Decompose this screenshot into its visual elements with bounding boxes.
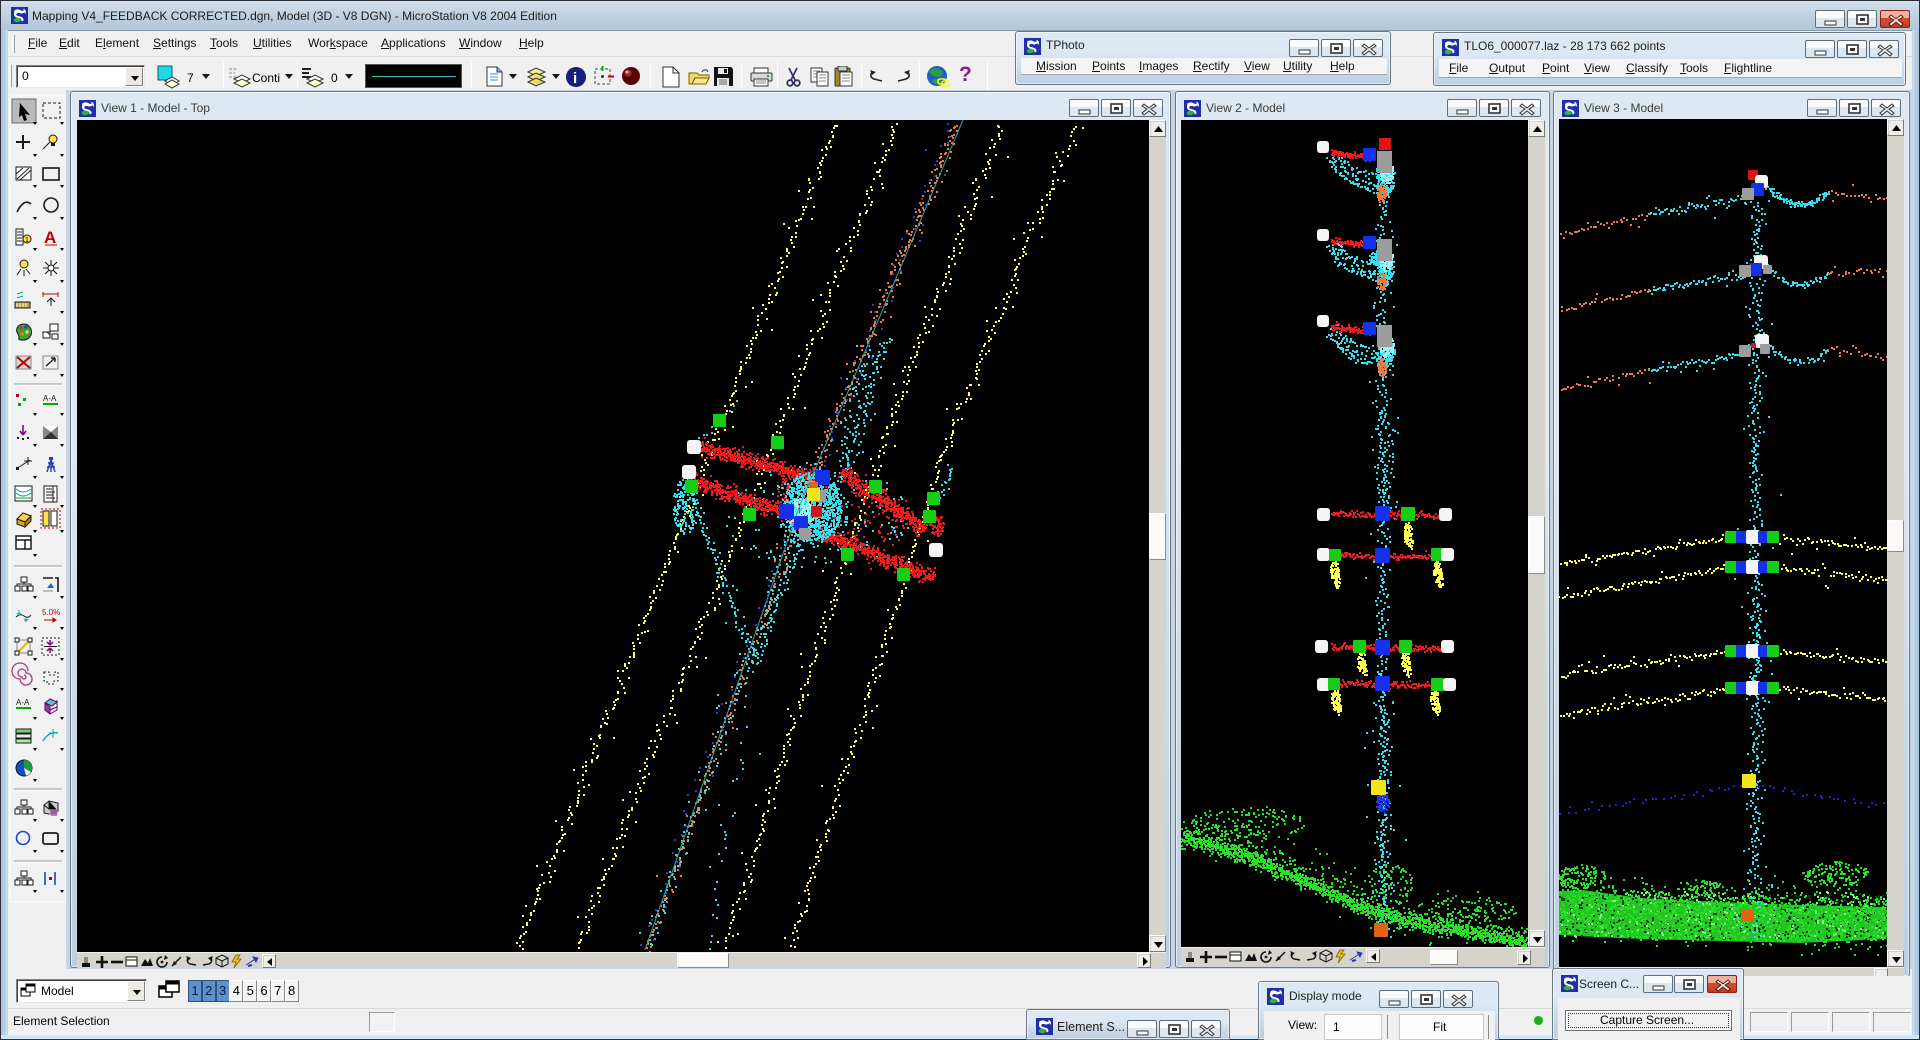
svg-text:i: i	[573, 70, 577, 87]
svg-text:A-A: A-A	[43, 394, 57, 403]
svg-text:A-A: A-A	[16, 698, 30, 707]
svg-text:5.0%: 5.0%	[42, 608, 60, 617]
svg-text:1: 1	[25, 237, 29, 244]
svg-text:A: A	[44, 228, 56, 247]
